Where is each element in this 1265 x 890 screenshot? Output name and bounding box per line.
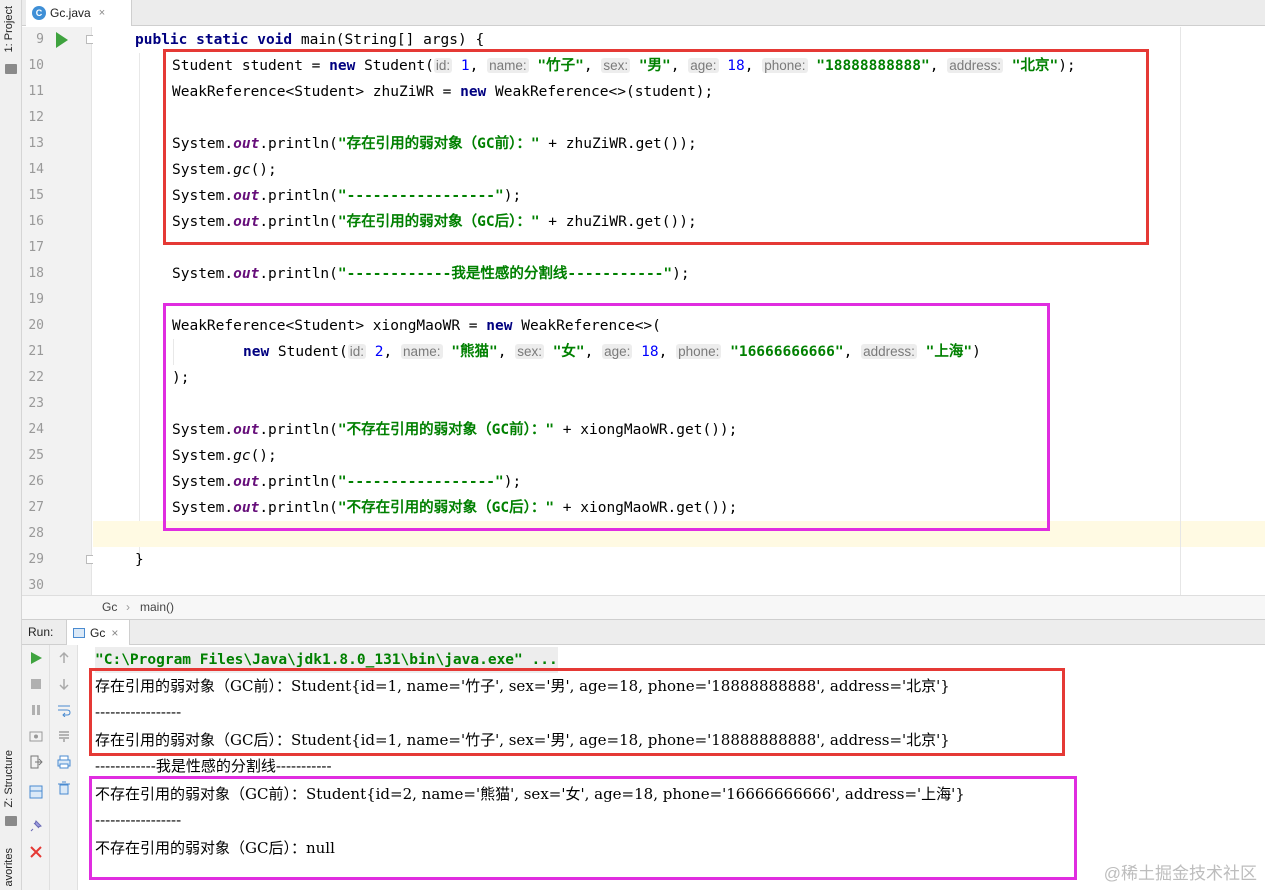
line-number: 14 bbox=[28, 162, 44, 177]
code-line-29: } bbox=[135, 552, 144, 568]
line-number: 16 bbox=[28, 214, 44, 229]
line-number: 15 bbox=[28, 188, 44, 203]
structure-icon[interactable] bbox=[5, 816, 17, 826]
left-tool-strip: 1: Project Z: Structure avorites bbox=[0, 0, 22, 890]
highlight-box-strong-ref bbox=[163, 49, 1149, 245]
java-class-icon: C bbox=[32, 6, 46, 20]
layout-icon[interactable] bbox=[29, 785, 43, 799]
structure-tool-tab[interactable]: Z: Structure bbox=[3, 750, 15, 807]
run-toolbar-left bbox=[22, 645, 50, 890]
soft-wrap-icon[interactable] bbox=[57, 703, 71, 717]
run-toolbar-right bbox=[50, 645, 78, 890]
arrow-down-icon[interactable] bbox=[57, 677, 71, 691]
line-number: 27 bbox=[28, 500, 44, 515]
run-tool-header: Run: Gc × bbox=[22, 619, 1265, 645]
breadcrumb-class[interactable]: Gc bbox=[102, 600, 117, 614]
trash-icon[interactable] bbox=[57, 781, 71, 795]
breadcrumb: Gc › main() bbox=[22, 595, 1265, 619]
highlight-box-output-strong bbox=[89, 668, 1065, 756]
favorites-tool-tab[interactable]: avorites bbox=[3, 848, 15, 887]
run-label: Run: bbox=[28, 625, 54, 639]
line-number: 17 bbox=[28, 240, 44, 255]
breadcrumb-method[interactable]: main() bbox=[140, 600, 174, 614]
scroll-to-end-icon[interactable] bbox=[57, 729, 71, 743]
project-tool-tab[interactable]: 1: Project bbox=[3, 6, 15, 52]
rerun-icon[interactable] bbox=[29, 651, 43, 665]
watermark: @稀土掘金技术社区 bbox=[1103, 864, 1257, 883]
line-number: 25 bbox=[28, 448, 44, 463]
arrow-up-icon[interactable] bbox=[57, 651, 71, 665]
line-number: 26 bbox=[28, 474, 44, 489]
line-number: 10 bbox=[28, 58, 44, 73]
line-number: 13 bbox=[28, 136, 44, 151]
line-number: 23 bbox=[28, 396, 44, 411]
tab-label: Gc.java bbox=[50, 6, 91, 20]
line-number: 24 bbox=[28, 422, 44, 437]
stop-icon[interactable] bbox=[29, 677, 43, 691]
code-line-18: System.out.println("------------我是性感的分割线… bbox=[172, 266, 690, 282]
line-number: 19 bbox=[28, 292, 44, 307]
line-number: 21 bbox=[28, 344, 44, 359]
line-gutter: 9 10 11 12 13 14 15 16 17 18 19 20 21 22 23 24 25 26 27 28 2… bbox=[22, 27, 95, 595]
highlight-box-output-weak bbox=[89, 776, 1077, 880]
line-number: 18 bbox=[28, 266, 44, 281]
line-number: 11 bbox=[28, 84, 44, 99]
run-gutter-icon[interactable] bbox=[56, 32, 68, 48]
line-number: 29 bbox=[28, 552, 44, 567]
project-icon[interactable] bbox=[5, 64, 17, 74]
run-config-icon bbox=[73, 627, 85, 638]
line-number: 9 bbox=[36, 32, 44, 47]
breadcrumb-separator: › bbox=[126, 600, 130, 614]
pin-icon[interactable] bbox=[29, 819, 43, 833]
exit-icon[interactable] bbox=[29, 755, 43, 769]
line-number: 28 bbox=[28, 526, 44, 541]
close-run-icon[interactable] bbox=[29, 845, 43, 859]
run-tab-label: Gc bbox=[90, 625, 106, 640]
line-number: 12 bbox=[28, 110, 44, 125]
line-number: 30 bbox=[28, 578, 44, 593]
pause-icon[interactable] bbox=[29, 703, 43, 717]
print-icon[interactable] bbox=[57, 755, 71, 769]
editor-tab-bar: C Gc.java × bbox=[22, 0, 1265, 26]
close-icon[interactable]: × bbox=[99, 7, 105, 19]
tab-gc-java[interactable]: C Gc.java × bbox=[26, 0, 132, 26]
line-number: 22 bbox=[28, 370, 44, 385]
highlight-box-weak-only bbox=[163, 303, 1050, 531]
close-icon[interactable]: × bbox=[111, 626, 118, 640]
dump-threads-icon[interactable] bbox=[29, 729, 43, 743]
run-tab-gc[interactable]: Gc × bbox=[66, 620, 130, 645]
line-number: 20 bbox=[28, 318, 44, 333]
